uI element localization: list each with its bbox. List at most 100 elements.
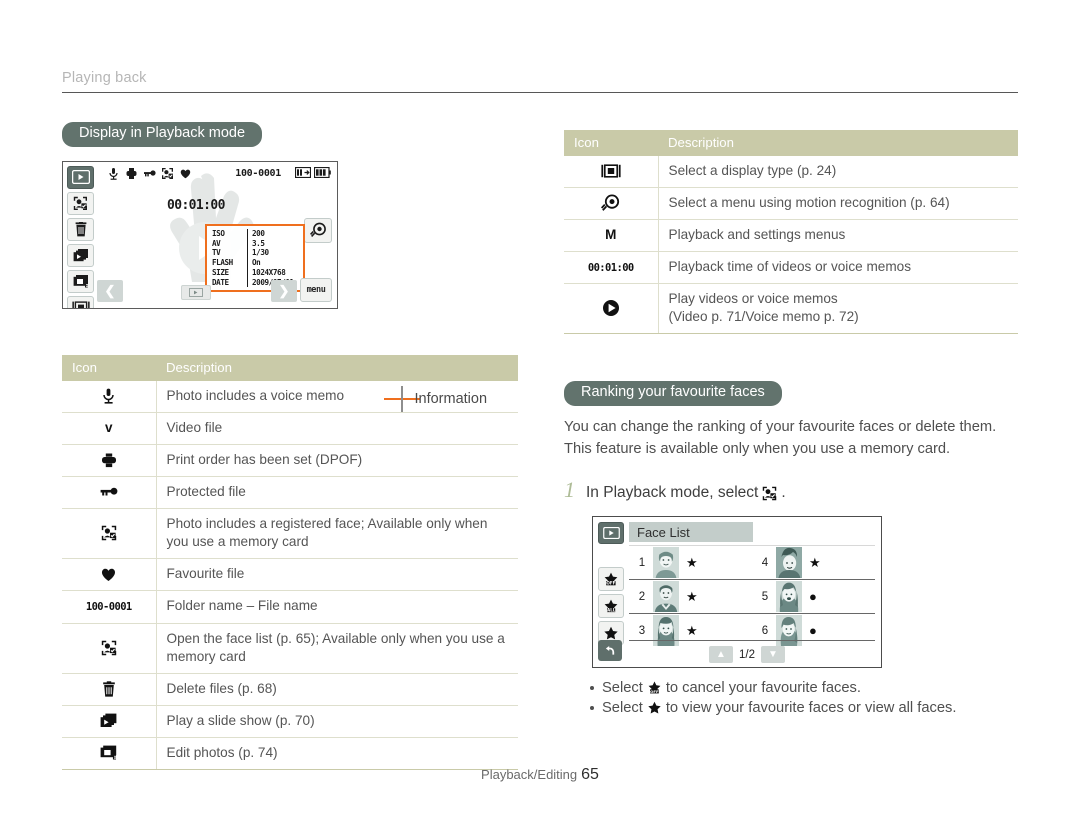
- row-description: Edit photos (p. 74): [156, 737, 518, 770]
- info-value: 1024X768: [252, 267, 286, 277]
- face-list-page-up-button[interactable]: ▲: [709, 646, 733, 664]
- face-list-pager: ▲ 1/2 ▼: [613, 646, 881, 664]
- svg-text:OFF: OFF: [650, 689, 659, 694]
- camera-lcd-illustration: 100-0001 00:01:00 E ISO 200 AV 3.5 TV 1/…: [62, 160, 338, 309]
- row-icon-cell: [62, 705, 157, 738]
- column-header-icon: Icon: [62, 354, 156, 381]
- row-icon-cell: E: [62, 737, 157, 770]
- playback-time-icon: 00:01:00: [587, 262, 634, 275]
- table-row: Play a slide show (p. 70): [62, 705, 518, 738]
- lcd-button-previous[interactable]: ❮: [97, 279, 123, 302]
- dpof-print-icon: [125, 167, 138, 180]
- table-row: v Video file: [62, 412, 518, 446]
- lcd-button-face-list[interactable]: [67, 191, 94, 215]
- row-description: Play a slide show (p. 70): [156, 705, 518, 738]
- ranking-intro-text: You can change the ranking of your favou…: [564, 419, 997, 457]
- face-list-button-favourite-off[interactable]: OFF: [598, 567, 624, 592]
- bullet-text-before: Select: [602, 700, 643, 717]
- bullet-text: Select to view your favourite faces or v…: [602, 700, 956, 716]
- folder-file-name-icon: 100-0001: [85, 601, 132, 614]
- table-row: M Playback and settings menus: [564, 219, 1018, 253]
- face-list-item[interactable]: 5 ●: [752, 579, 875, 613]
- row-description: Folder name – File name: [156, 590, 518, 624]
- row-icon-cell: [62, 508, 157, 560]
- lcd-button-delete[interactable]: [67, 217, 94, 241]
- svg-text:ALL: ALL: [607, 607, 616, 612]
- info-divider: [247, 228, 248, 239]
- row-icon-cell: [62, 476, 157, 510]
- table-header-row: Icon Description: [62, 354, 518, 381]
- callout-tick: [401, 386, 403, 412]
- lcd-button-menu[interactable]: menu: [300, 277, 332, 302]
- lcd-button-display-type[interactable]: [67, 165, 94, 189]
- lcd-button-slide-show[interactable]: [67, 243, 94, 267]
- face-list-item[interactable]: 2 ★: [629, 579, 752, 613]
- favourite-dot-icon: ●: [809, 589, 817, 605]
- registered-face-icon: [64, 525, 154, 541]
- table-header-row: Icon Description: [564, 130, 1018, 156]
- lcd-button-edit-photo[interactable]: E: [67, 269, 94, 293]
- column-header-icon: Icon: [564, 130, 658, 156]
- info-key: TV: [212, 248, 221, 258]
- edit-photo-icon: E: [73, 274, 89, 288]
- face-list-icon: [73, 196, 88, 211]
- lcd-button-display-select[interactable]: [67, 295, 94, 308]
- delete-icon: [64, 681, 154, 697]
- face-list-item[interactable]: 6 ●: [752, 613, 875, 647]
- row-description: Print order has been set (DPOF): [156, 444, 518, 478]
- info-value: On: [252, 258, 261, 268]
- running-head: Playing back: [62, 70, 1018, 93]
- face-list-item[interactable]: 4 ★: [752, 545, 875, 579]
- face-list-item[interactable]: 3 ★: [629, 613, 752, 647]
- slide-show-icon: [64, 713, 154, 728]
- face-index: 2: [638, 590, 646, 603]
- display-select-icon: [566, 164, 656, 178]
- row-description: Protected file: [156, 476, 518, 510]
- column-header-description: Description: [156, 354, 518, 381]
- bullet-text-after: to cancel your favourite faces.: [665, 680, 861, 697]
- bullet-text: Select OFF to cancel your favourite face…: [602, 680, 861, 696]
- face-list-page-indicator: 1/2: [739, 648, 755, 661]
- information-callout: Information: [384, 386, 487, 412]
- info-divider: [247, 258, 248, 268]
- lcd-button-motion-recognition[interactable]: [304, 217, 332, 243]
- voice-memo-icon: [64, 388, 154, 404]
- info-divider: [247, 238, 248, 249]
- face-thumbnail: [776, 581, 802, 613]
- dpof-print-icon: [64, 453, 154, 468]
- table-row: Delete files (p. 68): [62, 673, 518, 706]
- row-icon-cell: [564, 187, 659, 221]
- info-value: 1/30: [252, 248, 269, 258]
- row-description: Select a display type (p. 24): [658, 156, 1018, 189]
- row-description: Play videos or voice memos (Video p. 71/…: [658, 283, 1018, 335]
- face-index: 5: [761, 590, 769, 603]
- face-list-item[interactable]: 1 ★: [629, 545, 752, 579]
- face-list-screen: Face List OFF ALL 1 ★ 2 ★ 3 ★ 4 ★ 5 ● 6 …: [592, 516, 882, 669]
- face-thumbnail: [653, 615, 679, 647]
- favourite-star-icon: ★: [809, 555, 821, 571]
- battery-icon: [314, 166, 331, 178]
- voice-memo-icon: [107, 167, 120, 180]
- table-row: Open the face list (p. 65); Available on…: [62, 623, 518, 674]
- step-text: In Playback mode, select .: [586, 484, 786, 502]
- face-list-button-favourite-all[interactable]: ALL: [598, 594, 624, 619]
- row-description: Delete files (p. 68): [156, 673, 518, 706]
- info-key: SIZE: [212, 267, 229, 277]
- display-type-icon: [71, 170, 90, 185]
- lcd-thumbnail-tab[interactable]: [181, 284, 211, 300]
- play-icon: [566, 299, 656, 317]
- face-thumbnail: [653, 581, 679, 613]
- info-row: TV 1/30: [212, 248, 299, 259]
- favourite-off-icon: OFF: [603, 572, 619, 587]
- info-key: DATE: [212, 277, 229, 287]
- face-list-page-down-button[interactable]: ▼: [761, 646, 785, 664]
- table-row: Protected file: [62, 476, 518, 510]
- lcd-button-next[interactable]: ❯: [271, 279, 297, 302]
- row-description: Open the face list (p. 65); Available on…: [156, 623, 518, 674]
- row-icon-cell: [62, 380, 157, 414]
- info-key: ISO: [212, 228, 225, 238]
- table-row: Print order has been set (DPOF): [62, 444, 518, 478]
- face-list-home-button[interactable]: [598, 522, 624, 545]
- lcd-left-button-strip: E: [67, 165, 94, 308]
- row-icon-cell: 00:01:00: [564, 251, 659, 285]
